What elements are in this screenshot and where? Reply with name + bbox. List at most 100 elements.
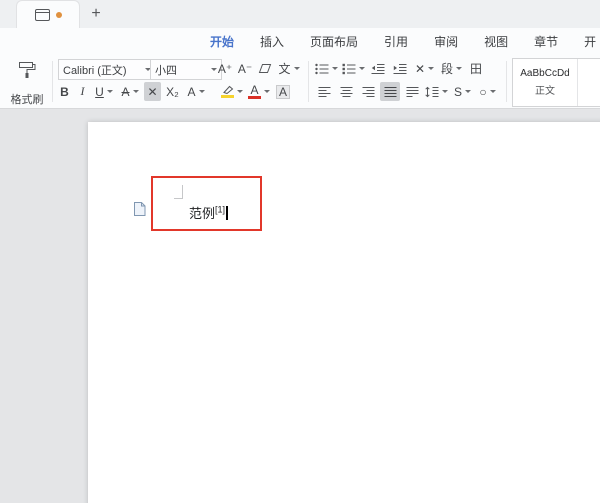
clear-format-button[interactable] [256,59,274,78]
style-item-normal[interactable]: AaBbCcDd 正文 [513,59,578,106]
font-name-value: Calibri (正文) [63,62,127,78]
character-shading-button[interactable]: A [274,82,292,101]
paragraph-layout-glyph: 段 [441,60,453,77]
chevron-down-icon [442,90,448,93]
font-color-button[interactable]: A [247,82,271,101]
wps-writer-window: { "titlebar": { "new_tab_label": "+" }, … [0,0,600,503]
decrease-font-size-button[interactable]: A⁻ [236,59,254,78]
text-effect-button[interactable]: A [184,82,208,101]
tab-references[interactable]: 引用 [384,33,408,50]
align-left-icon [318,86,331,98]
underline-button[interactable]: U [92,82,116,101]
paragraph-layout-button[interactable]: 段 [439,59,464,78]
strikethrough-button[interactable]: A [118,82,142,101]
align-justify-button[interactable] [380,82,400,101]
line-spacing-button[interactable] [424,82,449,101]
document-canvas[interactable]: 范例[1] [0,109,600,503]
document-tab[interactable] [16,0,80,29]
chevron-down-icon [199,90,205,93]
numbered-list-button[interactable] [341,59,366,78]
pinyin-guide-button[interactable]: 文 [276,59,302,78]
separator [308,61,309,102]
superscript-button[interactable]: ✕ [144,82,161,101]
footnote-reference-mark[interactable]: [1] [215,205,225,215]
shading-glyph: S [454,85,462,99]
chevron-down-icon [465,90,471,93]
chevron-down-icon [237,90,243,93]
align-right-button[interactable] [358,82,378,101]
underline-glyph: U [95,85,104,99]
enclose-glyph: ○ [479,85,486,99]
font-size-select[interactable]: 小四 [150,59,222,80]
chevron-down-icon [359,67,365,70]
chevron-down-icon [294,67,300,70]
enclose-characters-button[interactable]: ○ [476,82,499,101]
format-painter-label: 格式刷 [11,91,44,107]
shading-button[interactable]: S [451,82,474,101]
chevron-down-icon [456,67,462,70]
tab-home[interactable]: 开始 [210,33,234,50]
format-painter-icon [17,61,37,79]
tab-view[interactable]: 视图 [484,33,508,50]
style-item-heading[interactable]: Aa 标 [578,59,600,106]
italic-button[interactable]: I [74,82,91,101]
distribute-icon [406,86,419,98]
highlight-pen-icon [221,85,234,98]
decrease-indent-icon [371,63,385,75]
numbered-list-icon [342,63,356,75]
style-name: 正文 [535,82,555,97]
line-spacing-icon [425,86,439,98]
character-shading-glyph: A [276,85,290,99]
table-grid-button[interactable]: 田 [466,59,486,78]
font-color-swatch [248,96,261,99]
align-center-icon [340,86,353,98]
strikethrough-glyph: A [121,85,129,99]
chevron-down-icon [107,90,113,93]
tab-page-layout[interactable]: 页面布局 [310,33,358,50]
tab-review[interactable]: 审阅 [434,33,458,50]
chevron-down-icon [490,90,496,93]
align-left-button[interactable] [314,82,334,101]
titlebar: + [0,0,600,29]
pinyin-glyph: 文 [278,60,290,77]
align-justify-icon [384,86,397,98]
font-size-value: 小四 [155,62,177,78]
increase-indent-button[interactable] [390,59,410,78]
align-center-button[interactable] [336,82,356,101]
increase-indent-icon [393,63,407,75]
tab-insert[interactable]: 插入 [260,33,284,50]
font-name-select[interactable]: Calibri (正文) [58,59,156,80]
highlight-color-button[interactable] [218,82,245,101]
chevron-down-icon [428,67,434,70]
ribbon-menu: 开始 插入 页面布局 引用 审阅 视图 章节 开 [0,28,600,55]
bullet-list-button[interactable] [314,59,339,78]
distribute-button[interactable] [402,82,422,101]
highlight-color-swatch [221,95,234,98]
paragraph-text[interactable]: 范例 [189,206,215,221]
tab-section[interactable]: 章节 [534,33,558,50]
paragraph-line[interactable]: 范例[1] [189,203,228,222]
new-tab-button[interactable]: + [86,4,106,24]
asian-layout-button[interactable]: ✕ [412,59,437,78]
separator [506,61,507,102]
tab-clipped[interactable]: 开 [584,33,596,50]
chevron-down-icon [264,90,270,93]
home-ribbon-toolbar: 格式刷 Calibri (正文) 小四 A⁺ A⁻ 文 B I U A ✕ X₂… [0,55,600,109]
bullet-list-icon [315,63,329,75]
subscript-button[interactable]: X₂ [163,82,182,101]
asian-layout-glyph: ✕ [415,62,425,76]
document-window-icon [35,9,50,21]
text-cursor [226,206,228,220]
decrease-indent-button[interactable] [368,59,388,78]
style-gallery: AaBbCcDd 正文 Aa 标 [512,58,600,107]
chevron-down-icon [133,90,139,93]
text-effect-glyph: A [187,85,195,99]
unsaved-indicator-dot-icon [56,12,62,18]
format-painter-button[interactable]: 格式刷 [5,59,49,109]
margin-document-icon[interactable] [133,202,146,216]
eraser-icon [258,63,272,74]
chevron-down-icon [332,67,338,70]
increase-font-size-button[interactable]: A⁺ [216,59,234,78]
document-page[interactable]: 范例[1] [88,122,600,503]
bold-button[interactable]: B [56,82,73,101]
